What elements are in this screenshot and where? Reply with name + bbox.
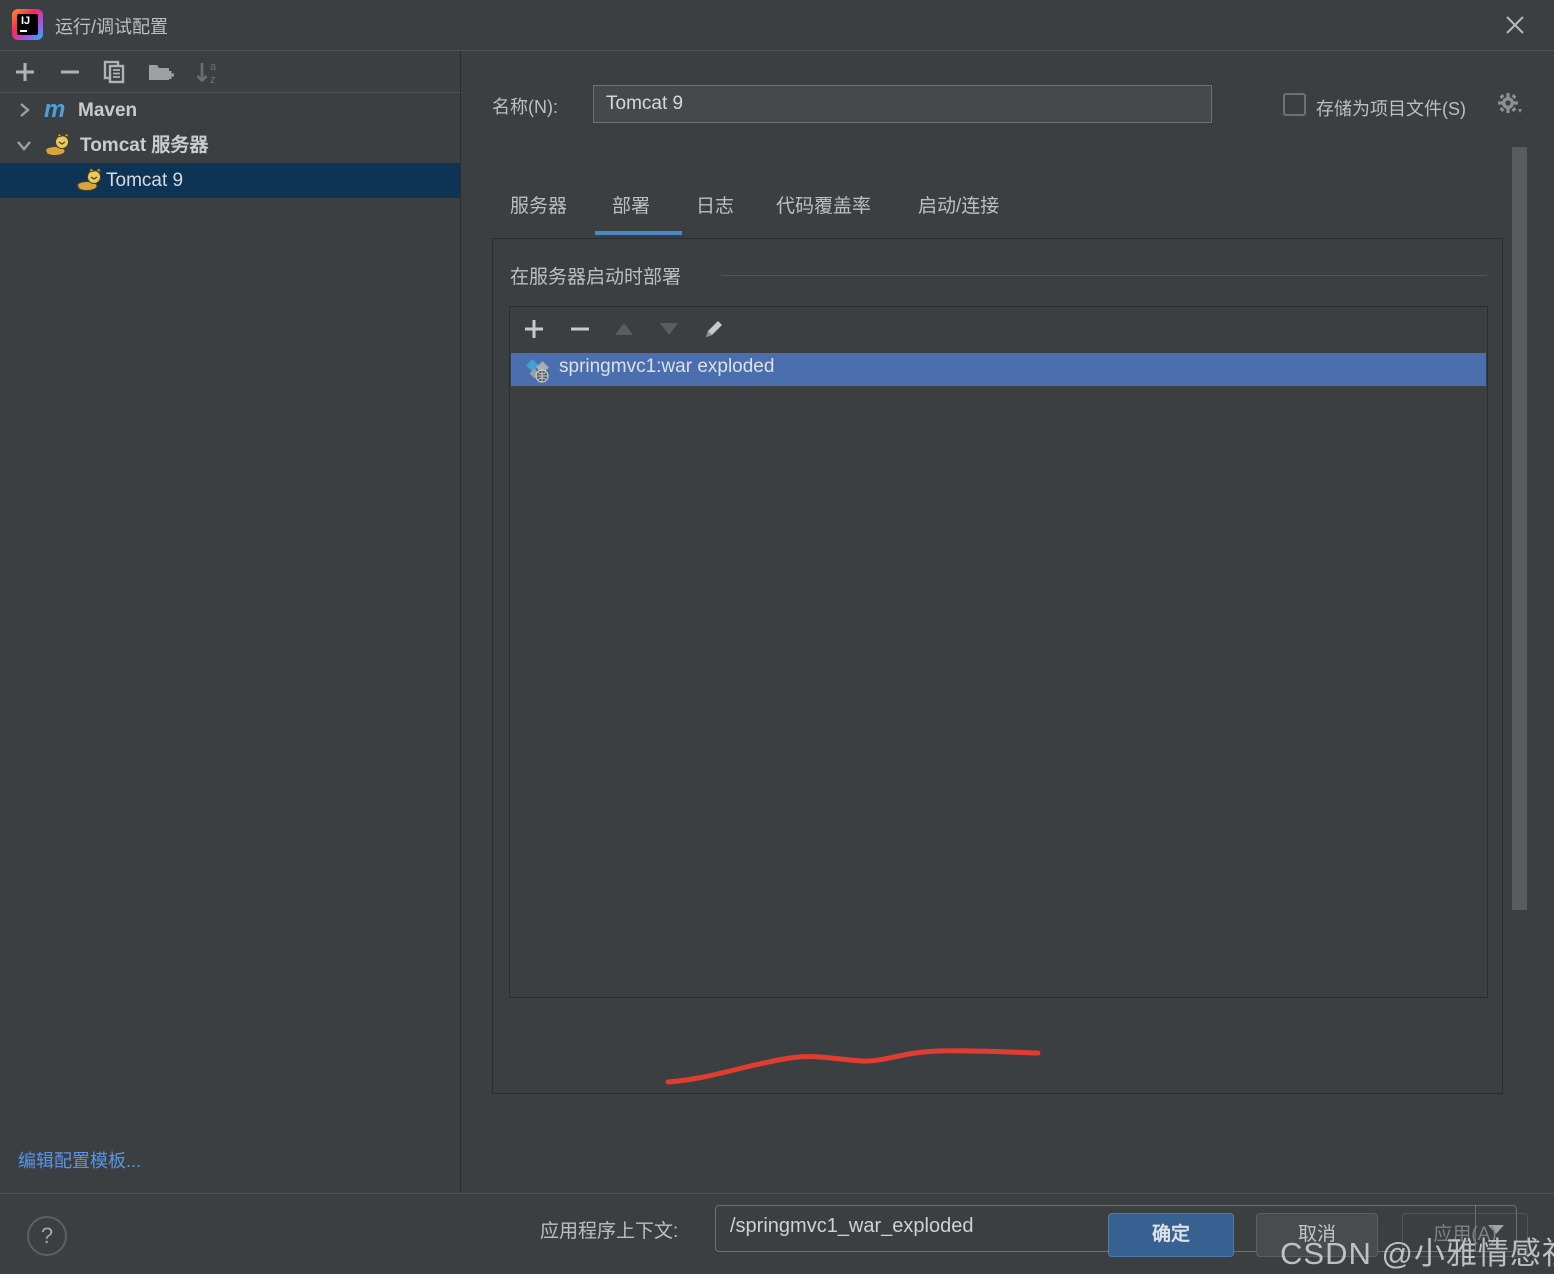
run-debug-configurations-dialog: IJ 运行/调试配置 a z m Maven Tomcat 服务器 Tomcat… <box>0 0 1554 1274</box>
store-as-project-file-checkbox[interactable] <box>1283 93 1306 116</box>
tree-item-label: Tomcat 9 <box>106 170 184 191</box>
help-button[interactable]: ? <box>27 1216 67 1256</box>
maven-m-icon: m <box>44 96 66 123</box>
war-artifact-icon <box>525 356 553 384</box>
ok-button[interactable]: 确定 <box>1108 1213 1234 1257</box>
tree-item-maven[interactable]: m Maven <box>0 93 460 128</box>
configurations-sidebar: a z m Maven Tomcat 服务器 Tomcat 9 编辑配置模板..… <box>0 51 461 1192</box>
configurations-tree: m Maven Tomcat 服务器 Tomcat 9 <box>0 93 460 198</box>
store-as-project-file-label: 存储为项目文件(S) <box>1316 99 1466 119</box>
intellij-idea-logo-icon: IJ <box>12 9 43 40</box>
add-configuration-icon[interactable] <box>12 59 38 85</box>
move-up-icon[interactable] <box>612 317 636 341</box>
title-bar: IJ 运行/调试配置 <box>0 0 1554 51</box>
add-artifact-icon[interactable] <box>522 317 546 341</box>
edit-configuration-templates-link[interactable]: 编辑配置模板... <box>18 1147 141 1173</box>
sidebar-toolbar: a z <box>0 51 460 93</box>
remove-configuration-icon[interactable] <box>57 59 83 85</box>
section-rule <box>721 275 1487 276</box>
new-folder-icon[interactable] <box>146 59 174 85</box>
tab-code-coverage[interactable]: 代码覆盖率 <box>776 191 871 218</box>
tab-deployment[interactable]: 部署 <box>612 191 650 218</box>
tab-server[interactable]: 服务器 <box>510 191 567 218</box>
deployment-list-panel: springmvc1:war exploded <box>509 306 1488 998</box>
tree-item-tomcat-9[interactable]: Tomcat 9 <box>0 163 460 198</box>
edit-artifact-icon[interactable] <box>702 317 726 341</box>
gear-icon[interactable] <box>1496 91 1524 117</box>
sort-alphabetically-icon[interactable]: a z <box>193 59 219 86</box>
deployment-item-label: springmvc1:war exploded <box>559 356 775 377</box>
tree-item-label: Tomcat 服务器 <box>80 135 209 156</box>
configuration-editor: 名称(N): 存储为项目文件(S) 服务器 部署 日志 <box>461 51 1554 1252</box>
copy-configuration-icon[interactable] <box>101 59 127 85</box>
vertical-scrollbar-thumb[interactable] <box>1512 147 1527 910</box>
csdn-watermark: CSDN @小雅情感社 <box>1280 1236 1554 1271</box>
tree-item-label: Maven <box>78 100 138 121</box>
remove-artifact-icon[interactable] <box>568 317 592 341</box>
close-icon[interactable] <box>1502 12 1528 38</box>
chevron-right-icon[interactable] <box>12 98 36 122</box>
name-label: 名称(N): <box>492 97 558 117</box>
svg-text:z: z <box>210 74 216 86</box>
deploy-on-startup-title: 在服务器启动时部署 <box>510 267 682 288</box>
active-tab-indicator <box>595 231 682 235</box>
tomcat-icon <box>76 167 102 193</box>
deployment-tab-panel: 在服务器启动时部署 springmvc1:war exploded 应用程序上下… <box>492 238 1517 1252</box>
tab-logs[interactable]: 日志 <box>696 191 734 218</box>
tree-item-tomcat-server[interactable]: Tomcat 服务器 <box>0 128 460 163</box>
dialog-title: 运行/调试配置 <box>55 17 169 37</box>
deployment-list-item-selected[interactable]: springmvc1:war exploded <box>511 353 1486 386</box>
tab-startup-connection[interactable]: 启动/连接 <box>918 191 999 218</box>
name-input[interactable] <box>593 85 1212 123</box>
svg-text:a: a <box>210 61 217 73</box>
tomcat-icon <box>44 132 70 158</box>
move-down-icon[interactable] <box>657 317 681 341</box>
chevron-down-icon[interactable] <box>12 133 36 157</box>
